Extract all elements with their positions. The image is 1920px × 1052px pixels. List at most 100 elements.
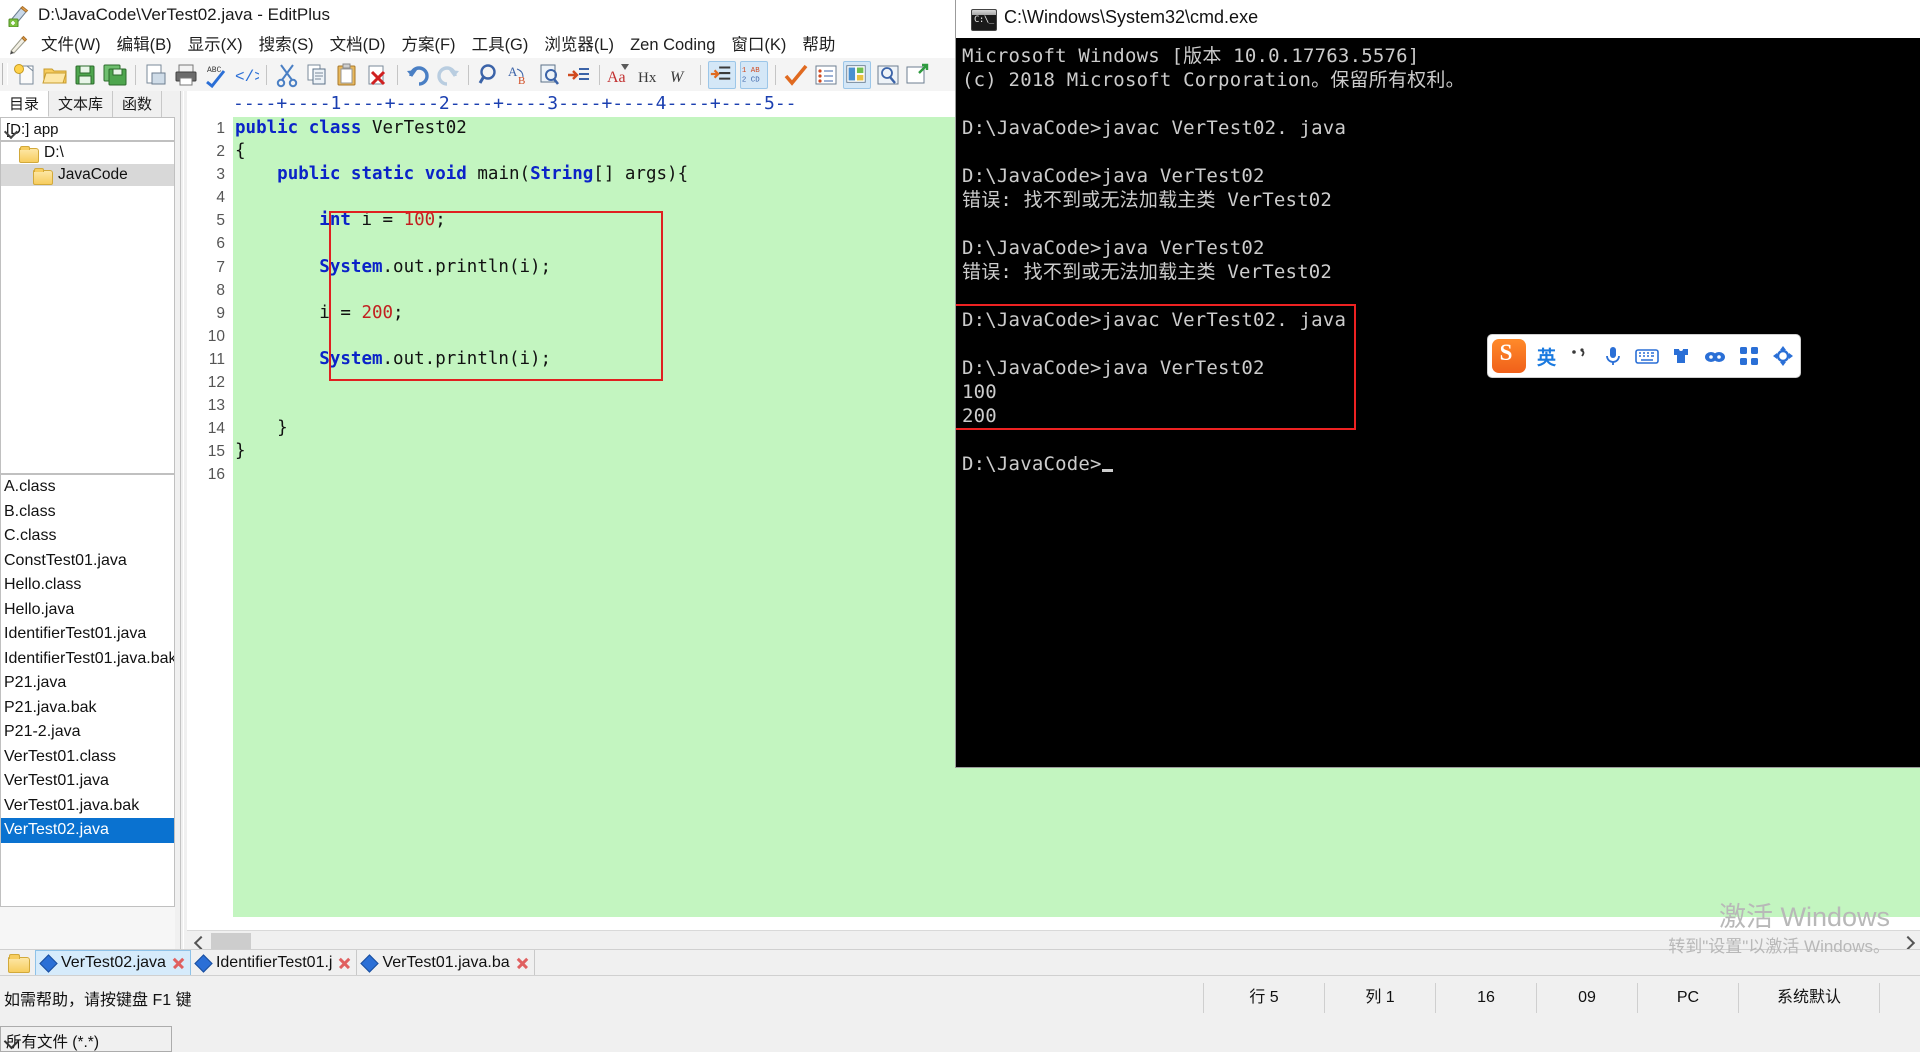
file-list-item[interactable]: Hello.class xyxy=(1,573,174,598)
tree-node[interactable]: D:\ xyxy=(1,142,174,164)
cmd-window[interactable]: C:\_ C:\Windows\System32\cmd.exe Microso… xyxy=(956,0,1920,767)
status-help-text: 如需帮助，请按键盘 F1 键 xyxy=(4,992,192,1009)
microphone-icon[interactable] xyxy=(1600,343,1626,369)
code-token: i = xyxy=(235,302,362,323)
status-charset: 系统默认 xyxy=(1738,983,1879,1013)
find-icon[interactable] xyxy=(476,62,502,88)
file-tab-vertest01-bak[interactable]: VerTest01.java.ba xyxy=(357,950,535,976)
file-list-item[interactable]: IdentifierTest01.java xyxy=(1,622,174,647)
menu-tools[interactable]: 工具(G) xyxy=(464,33,537,58)
toolbar-grip[interactable] xyxy=(2,63,8,85)
cmd-output-text: D:\JavaCode>java VerTest02 xyxy=(962,357,1265,379)
cut-icon[interactable] xyxy=(274,62,300,88)
file-list-item[interactable]: VerTest01.java xyxy=(1,769,174,794)
spellcheck-icon[interactable]: ABC xyxy=(203,62,229,88)
keyboard-icon[interactable] xyxy=(1634,343,1660,369)
find-in-files-icon[interactable] xyxy=(536,62,562,88)
file-list-item[interactable]: C.class xyxy=(1,524,174,549)
apps-icon[interactable] xyxy=(1736,343,1762,369)
svg-text:2 CD: 2 CD xyxy=(742,76,760,84)
delete-icon[interactable] xyxy=(364,62,390,88)
replace-icon[interactable]: AB xyxy=(506,62,532,88)
file-list-item[interactable]: ConstTest01.java xyxy=(1,549,174,574)
indent-icon[interactable] xyxy=(708,60,736,89)
line-number-icon[interactable]: 1 AB 2 CD xyxy=(740,60,768,89)
close-icon[interactable] xyxy=(171,956,186,971)
check-mark-icon[interactable] xyxy=(783,62,809,88)
menu-file[interactable]: 文件(W) xyxy=(33,33,109,58)
line-number: 12 xyxy=(207,374,225,392)
code-token: main( xyxy=(477,164,531,185)
cloud-icon[interactable] xyxy=(1702,343,1728,369)
ime-toolbar[interactable]: S 英 xyxy=(1487,334,1801,378)
panel-splitter[interactable] xyxy=(175,91,187,961)
hex-view-icon[interactable]: Hx xyxy=(637,62,663,88)
code-token: String xyxy=(530,164,594,185)
preview-icon[interactable] xyxy=(843,60,871,89)
file-list-item[interactable]: P21.java.bak xyxy=(1,696,174,721)
menu-search[interactable]: 搜索(S) xyxy=(251,33,322,58)
tab-directory[interactable]: 目录 xyxy=(0,91,50,117)
menu-browser[interactable]: 浏览器(L) xyxy=(536,33,622,58)
file-list-item[interactable]: VerTest01.java.bak xyxy=(1,794,174,819)
line-number: 3 xyxy=(187,163,245,186)
punctuation-icon[interactable] xyxy=(1566,343,1592,369)
code-token: void xyxy=(424,164,478,185)
paste-icon[interactable] xyxy=(334,62,360,88)
menu-zen-coding[interactable]: Zen Coding xyxy=(622,33,723,58)
file-list-item[interactable]: VerTest01.class xyxy=(1,745,174,770)
redo-icon[interactable] xyxy=(435,62,461,88)
file-tab-identifiertest01[interactable]: IdentifierTest01.j xyxy=(191,950,358,976)
cmd-output-text: 错误: 找不到或无法加载主类 VerTest02 xyxy=(962,189,1333,211)
status-offset: 09 xyxy=(1536,983,1637,1013)
file-list-item[interactable]: VerTest02.java xyxy=(1,818,174,843)
close-icon[interactable] xyxy=(337,956,352,971)
save-icon[interactable] xyxy=(72,62,98,88)
menu-edit[interactable]: 编辑(B) xyxy=(109,33,180,58)
print-preview-icon[interactable] xyxy=(143,62,169,88)
drive-select[interactable]: [D:] app xyxy=(0,117,175,141)
browser-preview-icon[interactable] xyxy=(875,62,901,88)
html-tag-icon[interactable]: </> xyxy=(233,62,264,88)
ime-mode-label[interactable]: 英 xyxy=(1529,343,1562,370)
word-wrap-icon[interactable]: W xyxy=(667,62,693,88)
tree-node[interactable]: JavaCode xyxy=(1,164,174,186)
svg-text:W: W xyxy=(670,69,685,86)
menu-window[interactable]: 窗口(K) xyxy=(723,33,794,58)
tab-cliptext[interactable]: 文本库 xyxy=(49,91,114,117)
new-file-icon[interactable] xyxy=(12,62,38,88)
cmd-console-output[interactable]: Microsoft Windows [版本 10.0.17763.5576] (c… xyxy=(956,38,1920,767)
settings-icon[interactable] xyxy=(1770,343,1796,369)
file-list-item[interactable]: Hello.java xyxy=(1,598,174,623)
menu-document[interactable]: 文档(D) xyxy=(322,33,394,58)
file-filter-select[interactable]: 所有文件 (*.*) xyxy=(0,1026,172,1052)
undo-icon[interactable] xyxy=(405,62,431,88)
menu-project[interactable]: 方案(F) xyxy=(393,33,463,58)
sogou-logo-icon[interactable]: S xyxy=(1489,336,1529,376)
cmd-output-line xyxy=(962,212,1920,236)
skin-icon[interactable] xyxy=(1668,343,1694,369)
external-browser-icon[interactable] xyxy=(905,62,931,88)
code-token: } xyxy=(235,441,246,462)
close-icon[interactable] xyxy=(515,956,530,971)
file-list-item[interactable]: P21-2.java xyxy=(1,720,174,745)
font-icon[interactable]: Aa xyxy=(607,62,633,88)
menu-help[interactable]: 帮助 xyxy=(794,33,843,58)
print-icon[interactable] xyxy=(173,62,199,88)
save-all-icon[interactable] xyxy=(102,62,128,88)
code-token: { xyxy=(235,141,246,162)
file-list-item[interactable]: B.class xyxy=(1,500,174,525)
file-list-item[interactable]: IdentifierTest01.java.bak xyxy=(1,647,174,672)
tab-function[interactable]: 函数 xyxy=(113,91,163,117)
menu-view[interactable]: 显示(X) xyxy=(180,33,251,58)
open-folder-icon[interactable] xyxy=(42,62,68,88)
file-list-item[interactable]: P21.java xyxy=(1,671,174,696)
file-list-item[interactable]: A.class xyxy=(1,475,174,500)
list-view-icon[interactable] xyxy=(813,62,839,88)
directory-tree[interactable]: D:\ JavaCode xyxy=(0,141,175,474)
file-tab-vertest02[interactable]: VerTest02.java xyxy=(35,950,191,976)
svg-text:Hx: Hx xyxy=(638,70,657,86)
goto-line-icon[interactable] xyxy=(566,62,592,88)
file-list[interactable]: A.class B.class C.class ConstTest01.java Hel… xyxy=(0,474,175,907)
copy-icon[interactable] xyxy=(304,62,330,88)
